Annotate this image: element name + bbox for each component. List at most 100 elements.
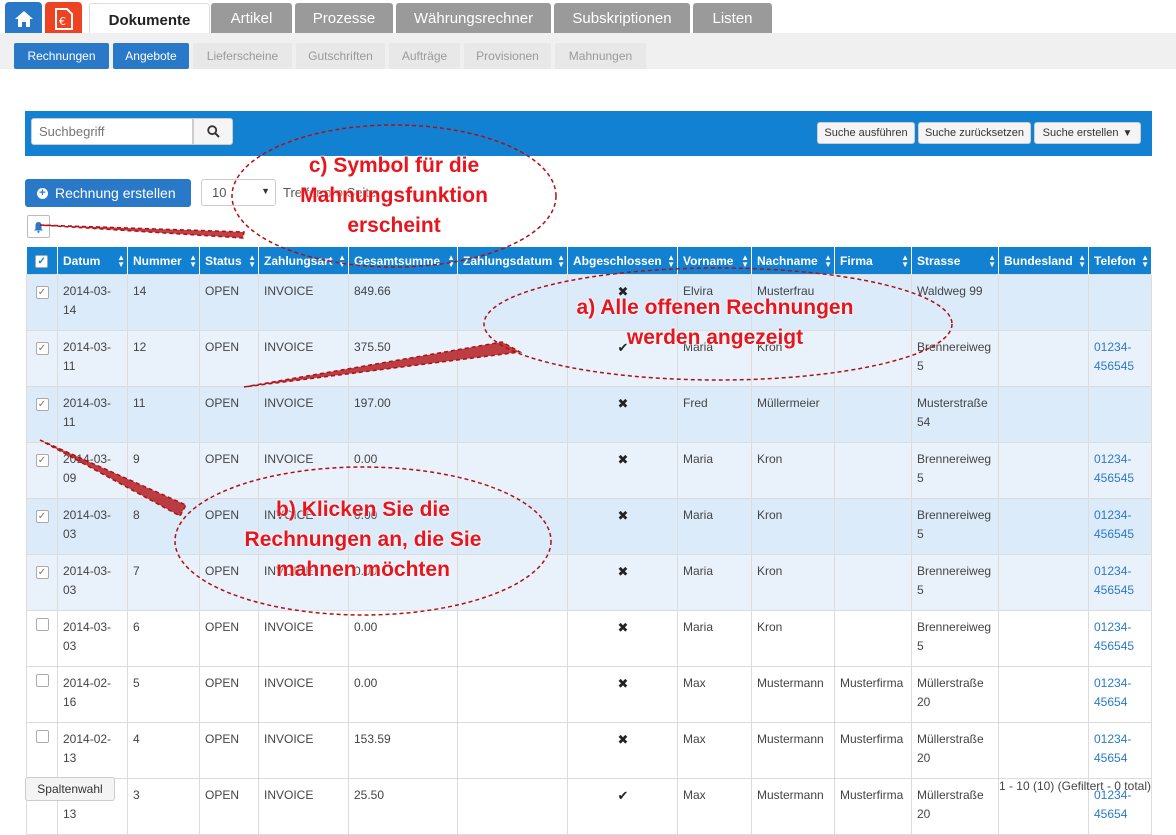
column-header[interactable]: Strasse ▲ ▼ (911, 247, 999, 275)
cell-zahlungsdatum (457, 666, 568, 723)
subtab-angebote[interactable]: Angebote (113, 43, 189, 69)
subtab-auftraege[interactable]: Aufträge (389, 43, 460, 69)
column-header[interactable]: Nachname ▲ ▼ (751, 247, 835, 275)
create-search-button[interactable]: Suche erstellen ▼ (1034, 122, 1141, 144)
column-header[interactable]: Firma ▲ ▼ (834, 247, 912, 275)
table-row[interactable]: ✓ 2014-03-11 11 OPEN INVOICE 197.00 ✖ Fred Mülle… (26, 386, 1152, 443)
column-chooser-button[interactable]: Spaltenwahl (25, 777, 115, 801)
cell-value: 0.00 (354, 620, 378, 634)
document-euro-button[interactable]: € (45, 2, 82, 35)
cell-value: 2014-03-14 (63, 284, 112, 317)
cell-datum: 2014-03-03 (57, 498, 128, 555)
row-checkbox[interactable]: ✓ (35, 510, 49, 523)
table-row[interactable]: 2014-03-03 6 OPEN INVOICE 0.00 ✖ Maria Kron Bren… (26, 610, 1152, 667)
row-checkbox-cell[interactable]: ✓ (26, 498, 58, 555)
row-checkbox[interactable] (35, 618, 49, 631)
table-header-row: ✓ Datum ▲ ▼ Nummer ▲ ▼ Status ▲ ▼ Zahlungsart ▲… (26, 247, 1152, 275)
cell-nummer: 8 (127, 498, 200, 555)
row-checkbox[interactable] (35, 730, 49, 743)
cell-summe: 25.50 (348, 778, 458, 835)
cell-value[interactable]: 01234-45654 (1094, 732, 1131, 765)
closed-status-icon: ✖ (617, 676, 629, 691)
cell-datum: 2014-03-03 (57, 554, 128, 611)
cell-value[interactable]: 01234-456545 (1094, 340, 1134, 373)
row-checkbox-cell[interactable]: ✓ (26, 386, 58, 443)
sort-icon: ▲ ▼ (824, 253, 832, 269)
row-checkbox[interactable] (35, 674, 49, 687)
subtab-provisionen[interactable]: Provisionen (464, 43, 551, 69)
cell-value: INVOICE (264, 676, 314, 690)
column-header[interactable]: Vorname ▲ ▼ (677, 247, 752, 275)
subtab-mahnungen[interactable]: Mahnungen (555, 43, 646, 69)
column-header[interactable]: Bundesland ▲ ▼ (998, 247, 1089, 275)
row-checkbox[interactable]: ✓ (35, 286, 49, 299)
row-checkbox[interactable]: ✓ (35, 566, 49, 579)
dunning-button[interactable] (27, 215, 50, 238)
reset-search-button[interactable]: Suche zurücksetzen (918, 122, 1031, 144)
cell-value[interactable]: 01234-45654 (1094, 676, 1131, 709)
search-button[interactable] (193, 118, 233, 145)
column-header[interactable]: Zahlungsdatum ▲ ▼ (457, 247, 568, 275)
column-header[interactable]: Datum ▲ ▼ (57, 247, 128, 275)
cell-value: OPEN (205, 284, 240, 298)
cell-value: Waldweg 99 (917, 284, 983, 298)
cell-value[interactable]: 01234-456545 (1094, 620, 1134, 653)
table-row[interactable]: 2014-02-133OPENINVOICE25.50✔MaxMusterman… (26, 778, 1152, 835)
row-checkbox-cell[interactable] (26, 666, 58, 723)
cell-value: 2014-03-11 (63, 396, 112, 429)
table-row[interactable]: 2014-02-13 4 OPEN INVOICE 153.59 ✖ Max Musterma… (26, 722, 1152, 779)
column-header[interactable]: Telefon ▲ ▼ (1088, 247, 1152, 275)
home-button[interactable] (5, 2, 42, 35)
create-invoice-label: Rechnung erstellen (55, 185, 176, 201)
row-checkbox-cell[interactable]: ✓ (26, 330, 58, 387)
cell-zahlungsart: INVOICE (258, 442, 349, 499)
row-checkbox-cell[interactable]: ✓ (26, 442, 58, 499)
row-checkbox-cell[interactable]: ✓ (26, 274, 58, 331)
cell-bundesland (998, 442, 1089, 499)
subtab-rechnungen[interactable]: Rechnungen (14, 43, 109, 69)
tab-dokumente[interactable]: Dokumente (89, 3, 210, 36)
cell-value: 375.50 (354, 340, 391, 354)
cell-abgeschlossen: ✖ (567, 498, 678, 555)
cell-value[interactable]: 01234-456545 (1094, 564, 1134, 597)
row-checkbox[interactable]: ✓ (35, 454, 49, 467)
cell-value: 11 (133, 396, 146, 410)
column-header[interactable]: Abgeschlossen ▲ ▼ (567, 247, 678, 275)
table-row[interactable]: ✓ 2014-03-03 8 OPEN INVOICE 0.00 ✖ Maria Kron Bre… (26, 498, 1152, 555)
cell-summe: 153.59 (348, 722, 458, 779)
cell-value[interactable]: 01234-456545 (1094, 452, 1134, 485)
table-row[interactable]: ✓ 2014-03-03 7 OPEN INVOICE 0.00 ✖ Maria Kron Bre… (26, 554, 1152, 611)
search-input[interactable] (31, 118, 193, 145)
row-checkbox[interactable]: ✓ (35, 342, 49, 355)
table-row[interactable]: ✓ 2014-03-09 9 OPEN INVOICE 0.00 ✖ Maria Kron Bre… (26, 442, 1152, 499)
subtab-lieferscheine[interactable]: Lieferscheine (193, 43, 292, 69)
subtab-gutschriften[interactable]: Gutschriften (296, 43, 385, 69)
cell-value[interactable]: 01234-456545 (1094, 508, 1134, 541)
cell-summe: 0.00 (348, 610, 458, 667)
tab-subskriptionen[interactable]: Subskriptionen (554, 3, 690, 33)
tab-listen[interactable]: Listen (693, 3, 772, 33)
column-header[interactable]: Gesamtsumme ▲ ▼ (348, 247, 458, 275)
row-checkbox-cell[interactable] (26, 722, 58, 779)
cell-zahlungsdatum (457, 610, 568, 667)
cell-telefon (1088, 274, 1152, 331)
tab-artikel[interactable]: Artikel (211, 3, 292, 33)
sort-icon: ▲ ▼ (901, 253, 909, 269)
tab-waehrungsrechner[interactable]: Währungsrechner (396, 3, 551, 33)
column-header[interactable]: Zahlungsart ▲ ▼ (258, 247, 349, 275)
column-header[interactable]: Nummer ▲ ▼ (127, 247, 200, 275)
cell-value: 3 (133, 788, 140, 802)
create-invoice-button[interactable]: + Rechnung erstellen (25, 179, 191, 207)
row-checkbox-cell[interactable] (26, 610, 58, 667)
run-search-button[interactable]: Suche ausführen (817, 122, 915, 144)
cell-nachname: Mustermann (751, 778, 835, 835)
select-all-header[interactable]: ✓ (26, 247, 58, 275)
cell-value: Müllermeier (757, 396, 820, 410)
row-checkbox[interactable]: ✓ (35, 398, 49, 411)
tab-prozesse[interactable]: Prozesse (295, 3, 393, 33)
row-checkbox-cell[interactable]: ✓ (26, 554, 58, 611)
column-header[interactable]: Status ▲ ▼ (199, 247, 259, 275)
table-row[interactable]: 2014-02-16 5 OPEN INVOICE 0.00 ✖ Max Mustermann… (26, 666, 1152, 723)
select-all-checkbox[interactable]: ✓ (35, 255, 49, 268)
cell-value: Kron (757, 620, 783, 634)
